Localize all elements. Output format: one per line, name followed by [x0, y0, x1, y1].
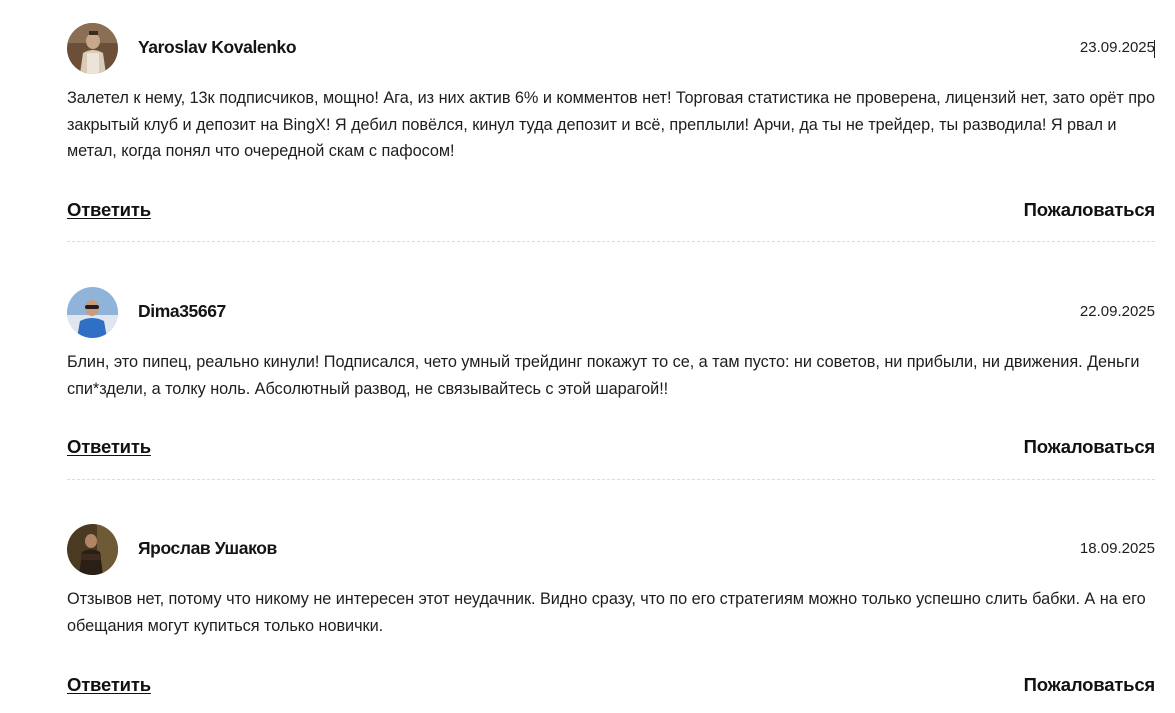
avatar[interactable]: [67, 23, 118, 74]
comment-text: Залетел к нему, 13к подписчиков, мощно! …: [67, 89, 1156, 160]
report-button[interactable]: Пожаловаться: [1024, 674, 1156, 696]
comment-author: Ярослав Ушаков: [138, 538, 277, 558]
comment-date: 23.09.2025: [1079, 39, 1155, 56]
report-button[interactable]: Пожаловаться: [1024, 436, 1156, 458]
comment-text: Отзывов нет, потому что никому не интере…: [67, 590, 1146, 635]
comment-item: Yaroslav Kovalenko 23.09.2025 Залетел к …: [67, 23, 1155, 242]
comment-divider: [67, 479, 1155, 480]
comment-text: Блин, это пипец, реально кинули! Подписа…: [67, 353, 1140, 398]
comment-actions: Ответить Пожаловаться: [67, 199, 1155, 223]
comment-actions: Ответить Пожаловаться: [67, 674, 1155, 698]
report-button[interactable]: Пожаловаться: [1024, 199, 1156, 221]
reply-button[interactable]: Ответить: [67, 199, 151, 221]
comment-author: Yaroslav Kovalenko: [138, 37, 297, 57]
comment-date: 22.09.2025: [1079, 303, 1155, 320]
comment-header: Ярослав Ушаков 18.09.2025: [67, 524, 1155, 576]
reply-button[interactable]: Ответить: [67, 436, 151, 458]
comment-header: Dima35667 22.09.2025: [67, 287, 1155, 339]
comment-date: 18.09.2025: [1079, 540, 1155, 557]
reply-button[interactable]: Ответить: [67, 674, 151, 696]
comment-header: Yaroslav Kovalenko 23.09.2025: [67, 23, 1155, 75]
text-cursor: [1154, 40, 1155, 58]
avatar[interactable]: [67, 287, 118, 338]
comment-actions: Ответить Пожаловаться: [67, 436, 1155, 460]
avatar[interactable]: [67, 524, 118, 575]
comment-item: Ярослав Ушаков 18.09.2025 Отзывов нет, п…: [67, 524, 1155, 695]
comment-item: Dima35667 22.09.2025 Блин, это пипец, ре…: [67, 287, 1155, 480]
comment-author: Dima35667: [138, 301, 226, 321]
comment-divider: [67, 241, 1155, 242]
